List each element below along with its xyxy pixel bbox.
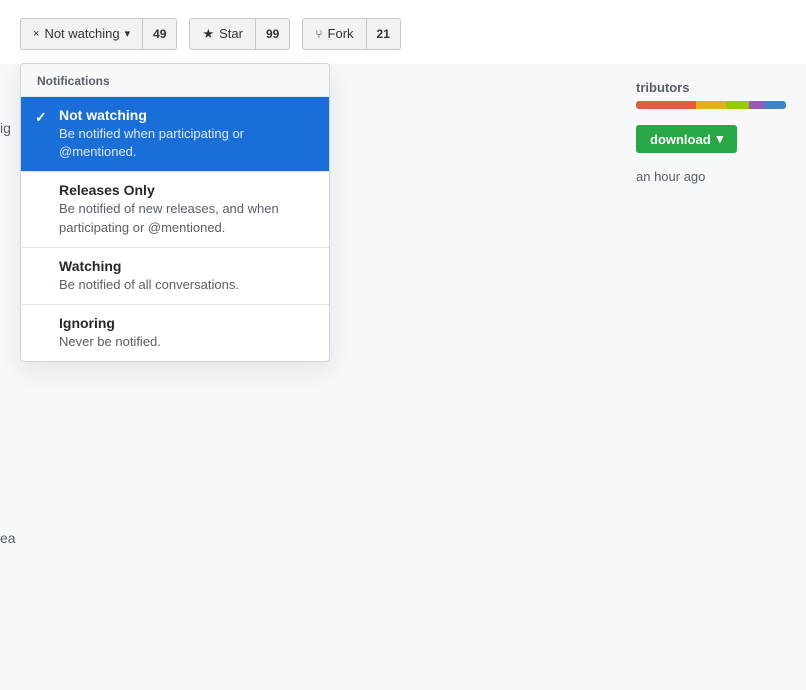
contrib-seg-3 xyxy=(726,101,749,109)
sidebar-right: tributors download ▾ an hour ago xyxy=(636,80,786,184)
contrib-seg-5 xyxy=(764,101,787,109)
dropdown-item-ignoring[interactable]: Ignoring Never be notified. xyxy=(21,305,329,361)
contrib-seg-1 xyxy=(636,101,696,109)
item-desc-releases-only: Be notified of new releases, and when pa… xyxy=(59,200,313,236)
partial-text-ig: ig xyxy=(0,120,11,136)
watch-button-group: × Not watching ▾ 49 xyxy=(20,18,177,50)
contrib-seg-2 xyxy=(696,101,726,109)
star-label: Star xyxy=(219,24,243,44)
star-button[interactable]: ★ Star xyxy=(189,18,255,50)
item-title-watching: Watching xyxy=(59,258,313,274)
item-desc-not-watching: Be notified when participating or @menti… xyxy=(59,125,313,161)
dropdown-item-watching[interactable]: Watching Be notified of all conversation… xyxy=(21,248,329,305)
item-title-ignoring: Ignoring xyxy=(59,315,313,331)
fork-count[interactable]: 21 xyxy=(366,18,401,50)
star-icon: ★ xyxy=(202,24,214,44)
checkmark-icon: ✓ xyxy=(35,109,47,126)
fork-button[interactable]: ⑂ Fork xyxy=(302,18,365,50)
watch-dropdown: Notifications ✓ Not watching Be notified… xyxy=(20,63,330,362)
contributors-bar xyxy=(636,101,786,109)
item-desc-ignoring: Never be notified. xyxy=(59,333,313,351)
star-button-group: ★ Star 99 xyxy=(189,18,290,50)
download-chevron-icon: ▾ xyxy=(717,131,724,147)
item-title-releases-only: Releases Only xyxy=(59,182,313,198)
dropdown-header: Notifications xyxy=(21,64,329,97)
contrib-seg-4 xyxy=(749,101,764,109)
partial-text-ea: ea xyxy=(0,530,16,546)
download-label: download xyxy=(650,132,711,147)
dropdown-item-releases-only[interactable]: Releases Only Be notified of new release… xyxy=(21,172,329,247)
watch-button[interactable]: × Not watching ▾ xyxy=(20,18,142,50)
contributors-label: tributors xyxy=(636,80,786,95)
star-count[interactable]: 99 xyxy=(255,18,290,50)
item-desc-watching: Be notified of all conversations. xyxy=(59,276,313,294)
top-bar: × Not watching ▾ 49 ★ Star 99 ⑂ Fork 21 xyxy=(0,0,806,64)
dropdown-panel: Notifications ✓ Not watching Be notified… xyxy=(20,63,330,362)
fork-button-group: ⑂ Fork 21 xyxy=(302,18,401,50)
watch-label: Not watching xyxy=(44,24,119,44)
fork-label: Fork xyxy=(328,24,354,44)
fork-icon: ⑂ xyxy=(315,24,322,44)
download-button[interactable]: download ▾ xyxy=(636,125,737,153)
dropdown-item-not-watching[interactable]: ✓ Not watching Be notified when particip… xyxy=(21,97,329,172)
chevron-down-icon: ▾ xyxy=(125,24,131,44)
x-icon: × xyxy=(33,24,39,44)
time-ago-label: an hour ago xyxy=(636,169,786,184)
watch-count[interactable]: 49 xyxy=(142,18,177,50)
item-title-not-watching: Not watching xyxy=(59,107,313,123)
